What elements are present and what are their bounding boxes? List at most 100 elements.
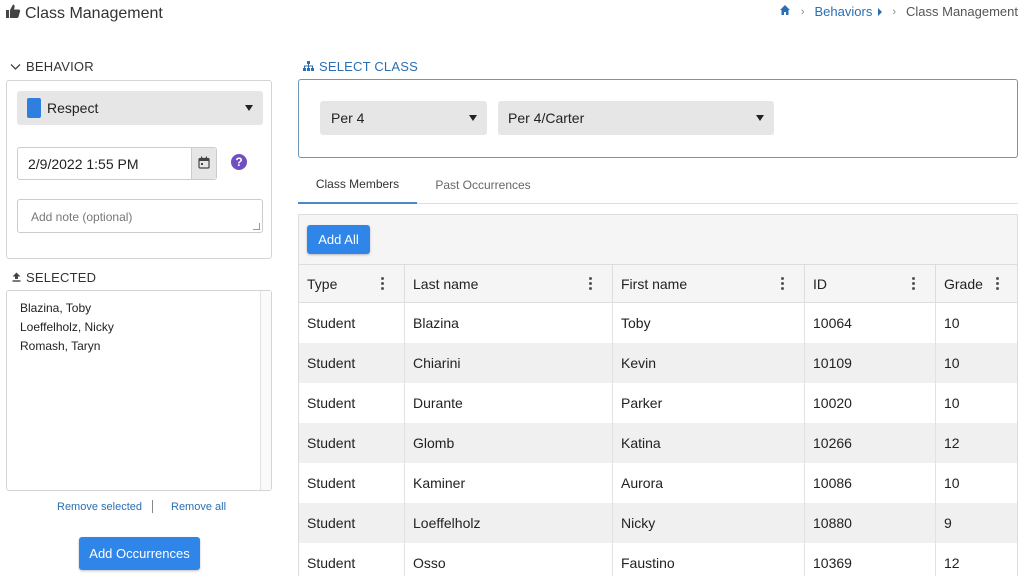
cell-first-name: Faustino xyxy=(613,543,805,576)
class-select[interactable]: Per 4/Carter xyxy=(498,101,774,135)
cell-id: 10086 xyxy=(805,463,936,503)
cell-type: Student xyxy=(299,423,405,463)
table-row[interactable]: Student Blazina Toby 10064 10 xyxy=(299,303,1017,343)
behavior-select-value: Respect xyxy=(47,100,99,116)
datetime-input[interactable]: 2/9/2022 1:55 PM xyxy=(17,147,217,180)
period-select[interactable]: Per 4 xyxy=(320,101,487,135)
cell-type: Student xyxy=(299,343,405,383)
remove-all-link[interactable]: Remove all xyxy=(171,501,226,513)
grid-header: Type Last name First name ID Grade xyxy=(299,265,1017,303)
calendar-icon xyxy=(198,156,210,172)
cell-grade: 9 xyxy=(944,515,952,531)
cell-last-name: Blazina xyxy=(405,303,613,343)
caret-down-icon xyxy=(756,115,764,121)
column-header-first-name[interactable]: First name xyxy=(613,265,805,303)
upload-icon xyxy=(12,270,26,285)
note-input[interactable]: Add note (optional) xyxy=(17,199,263,233)
cell-first-name: Katina xyxy=(613,423,805,463)
caret-right-icon xyxy=(878,7,883,16)
column-header-grade[interactable]: Grade xyxy=(936,265,1017,303)
vertical-dots-icon[interactable] xyxy=(381,277,384,292)
behavior-section-label: BEHAVIOR xyxy=(26,59,94,74)
table-row[interactable]: Student Loeffelholz Nicky 10880 9 xyxy=(299,503,1017,543)
column-header-label: First name xyxy=(621,276,688,292)
column-header-type[interactable]: Type xyxy=(299,265,405,303)
column-header-last-name[interactable]: Last name xyxy=(405,265,613,303)
link-divider xyxy=(152,500,153,513)
column-header-id[interactable]: ID xyxy=(805,265,936,303)
datetime-value: 2/9/2022 1:55 PM xyxy=(28,155,139,172)
cell-id: 10109 xyxy=(805,343,936,383)
breadcrumb-current: Class Management xyxy=(906,4,1018,19)
column-header-label: Type xyxy=(307,276,338,292)
table-row[interactable]: Student Durante Parker 10020 10 xyxy=(299,383,1017,423)
vertical-dots-icon[interactable] xyxy=(589,277,592,292)
breadcrumb-separator-icon: › xyxy=(892,5,896,18)
caret-down-icon xyxy=(469,115,477,121)
table-row[interactable]: Student Osso Faustino 10369 12 xyxy=(299,543,1017,576)
column-header-label: ID xyxy=(813,276,827,292)
vertical-dots-icon[interactable] xyxy=(781,277,784,292)
table-row[interactable]: Student Kaminer Aurora 10086 10 xyxy=(299,463,1017,503)
cell-first-name: Parker xyxy=(613,383,805,423)
resize-handle-icon[interactable] xyxy=(253,223,260,230)
cell-id: 10369 xyxy=(805,543,936,576)
selected-list-scrollbar[interactable] xyxy=(260,291,271,490)
chevron-down-icon xyxy=(10,59,26,74)
select-class-label: SELECT CLASS xyxy=(319,59,418,74)
cell-grade: 10 xyxy=(944,315,960,331)
table-row[interactable]: Student Glomb Katina 10266 12 xyxy=(299,423,1017,463)
breadcrumb-separator-icon: › xyxy=(800,5,805,18)
help-icon[interactable]: ? xyxy=(231,154,247,170)
select-class-panel: Per 4 Per 4/Carter xyxy=(298,79,1018,158)
select-class-label-row: SELECT CLASS xyxy=(303,59,418,74)
cell-grade: 12 xyxy=(944,435,960,451)
grid-toolbar: Add All xyxy=(299,215,1017,265)
selected-section-label-row: SELECTED xyxy=(12,270,96,285)
tab-past-occurrences[interactable]: Past Occurrences xyxy=(419,166,547,204)
page-header: Class Management › Behaviors › Class Man… xyxy=(0,0,1024,28)
selected-student[interactable]: Romash, Taryn xyxy=(20,337,114,356)
cell-grade: 12 xyxy=(944,555,960,571)
cell-type: Student xyxy=(299,503,405,543)
cell-id: 10880 xyxy=(805,503,936,543)
cell-first-name: Kevin xyxy=(613,343,805,383)
home-icon[interactable] xyxy=(779,4,791,19)
period-select-value: Per 4 xyxy=(331,110,365,126)
add-occurrences-button[interactable]: Add Occurrences xyxy=(79,537,200,570)
cell-last-name: Kaminer xyxy=(405,463,613,503)
table-row[interactable]: Student Chiarini Kevin 10109 10 xyxy=(299,343,1017,383)
column-header-label: Grade xyxy=(944,276,983,292)
behavior-select[interactable]: Respect xyxy=(17,91,263,125)
behavior-panel: Respect 2/9/2022 1:55 PM ? Add note (opt… xyxy=(6,80,272,259)
cell-last-name: Durante xyxy=(405,383,613,423)
cell-first-name: Aurora xyxy=(613,463,805,503)
cell-type: Student xyxy=(299,543,405,576)
selected-students-list[interactable]: Blazina, Toby Loeffelholz, Nicky Romash,… xyxy=(6,290,272,491)
cell-first-name: Toby xyxy=(613,303,805,343)
cell-type: Student xyxy=(299,383,405,423)
behavior-section-toggle[interactable]: BEHAVIOR xyxy=(10,59,94,74)
selected-list: Blazina, Toby Loeffelholz, Nicky Romash,… xyxy=(20,299,114,356)
selected-student[interactable]: Loeffelholz, Nicky xyxy=(20,318,114,337)
tab-bar: Class Members Past Occurrences xyxy=(298,166,1018,204)
add-all-button[interactable]: Add All xyxy=(307,225,370,254)
behavior-color-swatch xyxy=(27,98,41,118)
tab-class-members[interactable]: Class Members xyxy=(298,166,417,204)
remove-selected-link[interactable]: Remove selected xyxy=(57,501,142,513)
cell-grade: 10 xyxy=(944,355,960,371)
vertical-dots-icon[interactable] xyxy=(912,277,915,292)
calendar-button[interactable] xyxy=(191,148,216,179)
cell-type: Student xyxy=(299,303,405,343)
class-members-grid: Add All Type Last name First name ID Gra… xyxy=(298,214,1018,576)
vertical-dots-icon[interactable] xyxy=(996,277,999,292)
breadcrumb: › Behaviors › Class Management xyxy=(779,4,1018,19)
cell-last-name: Osso xyxy=(405,543,613,576)
page-title-text: Class Management xyxy=(25,4,163,22)
selected-student[interactable]: Blazina, Toby xyxy=(20,299,114,318)
caret-down-icon xyxy=(245,105,253,111)
column-header-label: Last name xyxy=(413,276,479,292)
breadcrumb-behaviors[interactable]: Behaviors xyxy=(815,4,873,19)
thumbs-up-icon xyxy=(5,3,25,24)
sitemap-icon xyxy=(303,59,319,74)
